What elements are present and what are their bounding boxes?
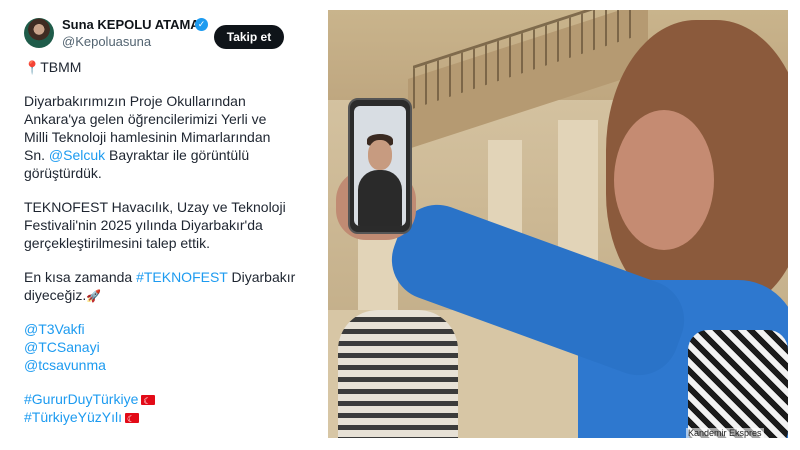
text-line: Diyarbakırımızın Proje Okullarından — [24, 93, 246, 109]
author-handle[interactable]: @Kepoluasuna — [62, 34, 151, 49]
text-line: En kısa zamanda #TEKNOFEST Diyarbakır — [24, 269, 296, 285]
location-tag: TBMM — [40, 59, 82, 75]
turkish-flag-icon — [125, 410, 140, 428]
text-line: Sn. @Selcuk Bayraktar ile görüntülü — [24, 147, 250, 163]
watermark: Kandemir Ekspres — [686, 428, 764, 438]
location-line: 📍TBMM — [24, 58, 314, 76]
author-name[interactable]: Suna KEPOLU ATAMA — [62, 17, 200, 32]
text-line: Ankara'ya gelen öğrencilerimizi Yerli ve — [24, 111, 267, 127]
pin-icon: 📍 — [24, 60, 41, 75]
text-line: Festivali'nin 2025 yılında Diyarbakır'da — [24, 217, 263, 233]
rocket-icon: 🚀 — [86, 289, 102, 303]
scarf — [688, 330, 788, 438]
text-line: TEKNOFEST Havacılık, Uzay ve Teknoloji — [24, 199, 286, 215]
mention-link[interactable]: @TCSanayi — [24, 338, 314, 356]
hashtag-line: #TürkiyeYüzYılı — [24, 408, 314, 428]
phone — [348, 98, 412, 234]
video-call-screen — [354, 106, 406, 226]
tweet-photo[interactable] — [328, 10, 788, 438]
hashtag-link[interactable]: #TEKNOFEST — [136, 269, 228, 285]
text-line: diyeceğiz.🚀 — [24, 287, 102, 303]
follow-button[interactable]: Takip et — [214, 25, 284, 49]
mention-link[interactable]: @Selcuk — [49, 147, 105, 163]
turkish-flag-icon — [141, 392, 156, 410]
text-line: Milli Teknoloji hamlesinin Mimarlarından — [24, 129, 271, 145]
avatar[interactable] — [24, 18, 54, 48]
woman-face — [614, 110, 714, 250]
hashtag-line: #GururDuyTürkiye — [24, 390, 314, 410]
student — [338, 310, 458, 438]
tweet-card: Suna KEPOLU ATAMA ✓ @Kepoluasuna Takip e… — [14, 8, 316, 444]
tweet-text: 📍TBMM Diyarbakırımızın Proje Okullarında… — [24, 58, 314, 428]
hashtag-link[interactable]: #TürkiyeYüzYılı — [24, 409, 122, 425]
mention-link[interactable]: @T3Vakfi — [24, 320, 314, 338]
verified-badge-icon: ✓ — [195, 18, 208, 31]
hashtag-link[interactable]: #GururDuyTürkiye — [24, 391, 138, 407]
text-line: gerçekleştirilmesini talep ettik. — [24, 235, 210, 251]
text-line: görüştürdük. — [24, 165, 102, 181]
mention-link[interactable]: @tcsavunma — [24, 356, 314, 374]
